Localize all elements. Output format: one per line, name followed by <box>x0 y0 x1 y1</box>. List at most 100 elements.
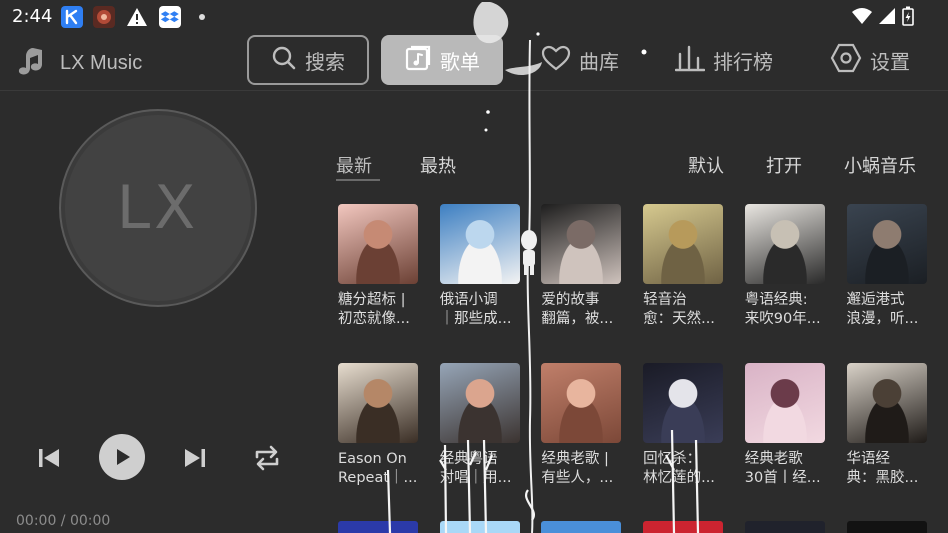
songlist-cover-image[interactable] <box>846 521 927 533</box>
songlist-cover-image[interactable] <box>846 363 927 443</box>
songlist-card[interactable]: Eason On Repeat｜... <box>338 363 420 488</box>
songlist-card[interactable]: 轻音治 愈：天然... <box>643 204 725 329</box>
songlist-cover-image[interactable] <box>643 363 724 443</box>
nav-songlist-label: 歌单 <box>440 49 480 74</box>
previous-button[interactable] <box>34 444 64 472</box>
songlist-title[interactable]: 糖分超标 | 初恋就像... <box>338 291 422 329</box>
lx-logo-icon <box>16 44 50 82</box>
nav-search-button[interactable]: 搜索 <box>247 35 369 85</box>
songlist-card[interactable]: 俄语小调 ｜那些成... <box>439 204 524 329</box>
songlist-cover-image[interactable] <box>439 521 520 533</box>
album-disc[interactable]: LX <box>59 109 257 307</box>
sparkle <box>486 110 490 114</box>
songlist-title-line: ｜那些成... <box>439 311 512 327</box>
settings-hexagon-icon <box>830 43 862 78</box>
nav-library-button[interactable]: 曲库 <box>536 35 624 85</box>
status-bar: 2:44 <box>0 0 948 34</box>
skip-previous-icon <box>39 449 59 467</box>
songlist-cover-image[interactable] <box>541 204 622 284</box>
repeat-button[interactable] <box>251 442 283 474</box>
k-app-icon <box>61 6 83 28</box>
songlist-card[interactable]: 爱的故事翻篇，被... <box>541 204 623 329</box>
songlist-title[interactable]: 粤语经典: 来吹90年... <box>745 291 829 329</box>
heart-icon <box>541 45 571 76</box>
skip-next-icon <box>185 449 205 467</box>
nav-songlist-button[interactable]: 歌单 <box>381 35 503 85</box>
sparkle <box>484 128 488 132</box>
songlist-card[interactable]: 糖分超标 | 初恋就像... <box>338 204 420 329</box>
songlist-title-line: 来吹90年... <box>744 311 821 327</box>
play-button[interactable] <box>99 434 145 480</box>
songlist-card[interactable]: 华语经 典：黑胶... <box>846 363 931 488</box>
songlist-icon <box>404 44 432 77</box>
songlist-cover-image[interactable] <box>541 521 622 533</box>
songlist-title[interactable]: 轻音治 愈：天然... <box>643 291 727 329</box>
songlist-title-line: 粤语经典: <box>744 292 808 308</box>
signal-icon <box>878 7 896 29</box>
app-name: LX Music <box>60 51 143 74</box>
songlist-cover-image[interactable] <box>338 363 418 443</box>
songlist-cover-image[interactable] <box>541 363 622 443</box>
next-button[interactable] <box>180 444 210 472</box>
nav-ranking-button[interactable]: 排行榜 <box>670 35 778 85</box>
album-placeholder-text: LX <box>116 173 200 243</box>
songlist-title[interactable]: 经典粤语 对唱｜用... <box>440 450 524 488</box>
songlist-card[interactable]: 回忆杀： 林忆莲的... <box>643 363 725 488</box>
songlist-card[interactable]: 邂逅港式 浪漫，听... <box>846 204 931 329</box>
songlist-cover-image[interactable] <box>744 204 825 284</box>
nav-settings-label: 设置 <box>870 49 910 74</box>
songlist-title-line: 经典老歌 <box>744 451 803 467</box>
songlist-title-line: 爱的故事 <box>541 292 600 308</box>
songlist-title-line: Eason On <box>338 451 407 467</box>
nav-search-label: 搜索 <box>305 49 345 74</box>
songlist-cover-image[interactable] <box>744 521 825 533</box>
songlist-title-line: Repeat｜... <box>338 470 418 486</box>
songlist-cover-image[interactable] <box>643 204 724 284</box>
songlist-cover-image[interactable] <box>439 363 520 443</box>
source-select[interactable]: 小蜗音乐 <box>844 152 916 178</box>
tab-latest[interactable]: 最新 <box>336 152 372 178</box>
songlist-cover-image[interactable] <box>846 204 927 284</box>
header-divider <box>0 90 948 91</box>
songlist-title[interactable]: 经典老歌 30首丨经... <box>745 450 829 488</box>
tab-latest-underline <box>336 179 380 181</box>
nav-library-label: 曲库 <box>579 49 619 74</box>
bar-chart-icon <box>674 44 706 77</box>
songlist-cover-image[interactable] <box>338 521 418 533</box>
songlist-title[interactable]: 华语经 典：黑胶... <box>847 450 931 488</box>
astronaut-figure <box>521 230 537 275</box>
songlist-title-line: 愈：天然... <box>643 311 715 327</box>
dropbox-icon <box>159 6 181 28</box>
songlist-title-line: 经典老歌 | <box>541 451 609 467</box>
songlist-cover-image[interactable] <box>643 521 724 533</box>
songlist-card[interactable]: 粤语经典: 来吹90年... <box>744 204 829 329</box>
songlist-cover-image[interactable] <box>338 204 418 284</box>
songlist-title[interactable]: 经典老歌 | 有些人，... <box>541 450 625 488</box>
songlist-title-line: 对唱｜用... <box>439 470 512 486</box>
songlist-title[interactable]: Eason On Repeat｜... <box>338 450 422 488</box>
songlist-cover-image[interactable] <box>744 363 825 443</box>
songlist-card[interactable]: 经典老歌 30首丨经... <box>744 363 829 488</box>
songlist-title-line: 俄语小调 <box>439 292 498 308</box>
songlist-card[interactable]: 经典老歌 | 有些人，... <box>541 363 623 488</box>
open-songlist-button[interactable]: 打开 <box>766 152 802 178</box>
songlist-title[interactable]: 俄语小调 ｜那些成... <box>440 291 524 329</box>
wifi-icon <box>852 7 872 29</box>
status-time: 2:44 <box>12 6 53 27</box>
songlist-card[interactable]: 经典粤语 对唱｜用... <box>439 363 524 488</box>
repeat-icon <box>255 445 279 471</box>
songlist-title[interactable]: 回忆杀： 林忆莲的... <box>643 450 727 488</box>
avatar-app-icon <box>93 6 115 28</box>
songlist-title-line: 30首丨经... <box>744 470 821 486</box>
nav-ranking-label: 排行榜 <box>713 49 773 74</box>
battery-charging-icon <box>902 6 914 30</box>
songlist-title-line: 华语经 <box>846 451 891 467</box>
songlist-title[interactable]: 爱的故事翻篇，被... <box>541 291 625 329</box>
songlist-title-line: 翻篇，被... <box>541 311 614 327</box>
tab-hot[interactable]: 最热 <box>420 152 456 178</box>
nav-settings-button[interactable]: 设置 <box>828 35 912 85</box>
songlist-cover-image[interactable] <box>439 204 520 284</box>
sort-default-button[interactable]: 默认 <box>688 152 724 178</box>
songlist-title[interactable]: 邂逅港式 浪漫，听... <box>847 291 931 329</box>
time-readout: 00:00 / 00:00 <box>16 513 111 529</box>
